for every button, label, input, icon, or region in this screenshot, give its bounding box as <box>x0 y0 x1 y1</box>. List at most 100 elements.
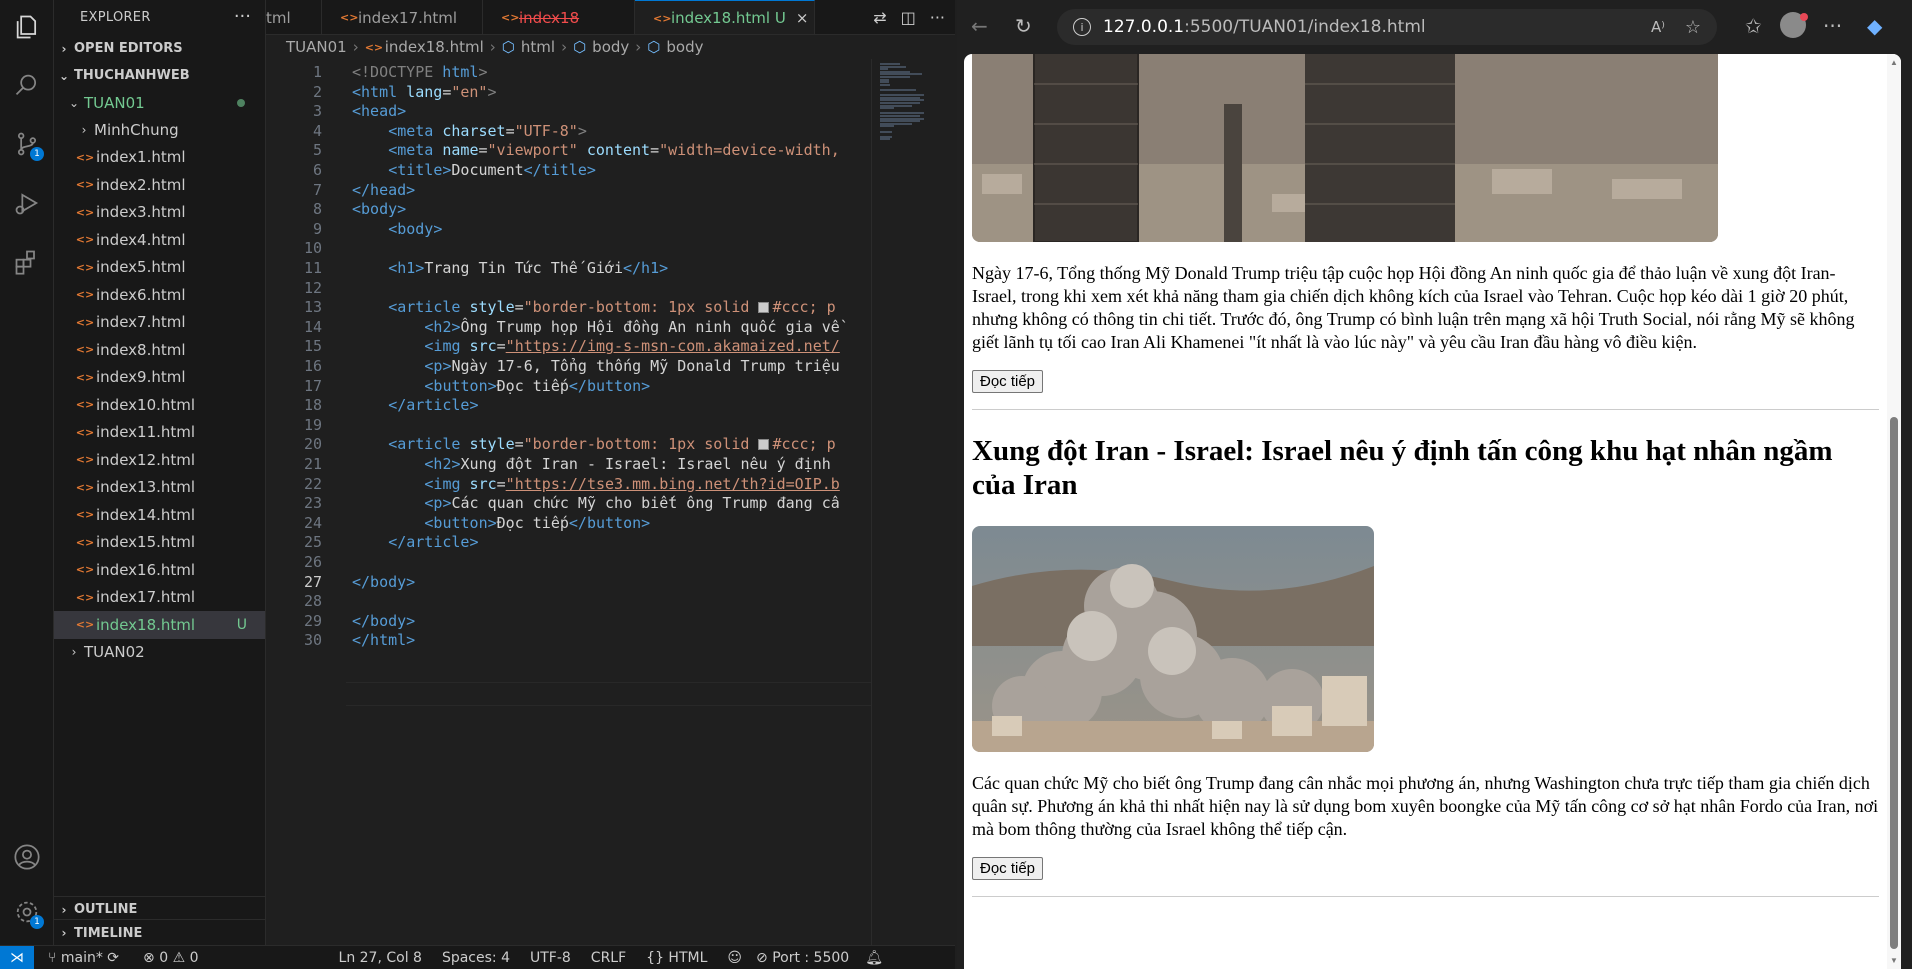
timeline-section[interactable]: › TIMELINE <box>54 919 265 946</box>
browser-window: ← ↻ i 127.0.0.1:5500/TUAN01/index18.html… <box>957 0 1912 969</box>
file-item[interactable]: <> index3.html <box>54 199 265 227</box>
html-file-icon: <> <box>75 618 95 632</box>
file-item[interactable]: <> index7.html <box>54 309 265 337</box>
settings-gear-icon[interactable]: 1 <box>8 893 46 931</box>
read-more-button[interactable]: Đọc tiếp <box>972 370 1044 393</box>
back-arrow-icon[interactable]: ← <box>971 14 988 38</box>
code-line: </html> <box>352 631 415 649</box>
minimap-line <box>880 125 894 128</box>
search-icon[interactable] <box>8 66 46 104</box>
favorites-icon[interactable]: ✩ <box>1745 14 1762 38</box>
folder-tuan01[interactable]: ⌄ TUAN01 <box>54 89 265 116</box>
live-server-status[interactable]: ⊘ Port : 5500 <box>756 950 849 966</box>
scroll-up-arrow-icon[interactable]: ▲ <box>1890 58 1898 67</box>
file-item[interactable]: <> index10.html <box>54 391 265 419</box>
code-line: <p>Các quan chức Mỹ cho biết ông Trump đ… <box>352 494 840 513</box>
scroll-down-arrow-icon[interactable]: ▼ <box>1890 956 1898 965</box>
file-item[interactable]: <> index18.html U <box>54 611 265 639</box>
language-status[interactable]: {} HTML <box>646 950 707 966</box>
remote-icon[interactable]: ⋊ <box>0 945 34 969</box>
breadcrumb-body[interactable]: body <box>592 38 629 56</box>
file-item[interactable]: <> index2.html <box>54 171 265 199</box>
chevron-right-icon: › <box>81 122 87 137</box>
split-editor-icon[interactable]: ◫ <box>901 8 916 27</box>
run-debug-icon[interactable] <box>8 184 46 222</box>
code-token: <!DOCTYPE <box>352 63 434 81</box>
more-menu-icon[interactable]: ··· <box>1823 14 1842 38</box>
code-line: <meta charset="UTF-8"> <box>352 122 587 140</box>
scrollbar-thumb[interactable] <box>1890 417 1898 949</box>
html-file-icon: <> <box>75 315 95 329</box>
file-item[interactable]: <> index9.html <box>54 364 265 392</box>
tab-index18-deleted[interactable]: <> index18 <box>483 0 635 34</box>
problems-status[interactable]: ⊗ 0 ⚠ 0 <box>143 950 198 966</box>
file-item[interactable]: <> index14.html <box>54 501 265 529</box>
file-item[interactable]: <> index16.html <box>54 556 265 584</box>
open-editors-section[interactable]: › OPEN EDITORS <box>54 35 265 62</box>
line-number: 2 <box>312 82 322 101</box>
minimap-line <box>880 89 916 91</box>
color-swatch[interactable] <box>758 302 770 314</box>
vscode-window: 1 1 EXPLORER ··· › OPEN EDITORS ⌄ THUCHANH… <box>0 0 955 969</box>
eol-status[interactable]: CRLF <box>591 950 626 966</box>
compare-changes-icon[interactable]: ⇄ <box>873 8 886 27</box>
tab-index17[interactable]: <> index17.html <box>322 0 483 34</box>
code-token: = <box>478 141 488 160</box>
copilot-icon[interactable]: ☺ <box>727 950 742 966</box>
line-number: 11 <box>303 259 322 277</box>
file-item[interactable]: <> index15.html <box>54 529 265 557</box>
code-token: Các quan chức Mỹ cho biết ông Trump đang… <box>451 494 840 513</box>
file-item[interactable]: <> index5.html <box>54 254 265 282</box>
file-item[interactable]: <> index8.html <box>54 336 265 364</box>
html-file-icon: <> <box>75 150 95 164</box>
indent-status[interactable]: Spaces: 4 <box>442 950 510 966</box>
file-name: index14.html <box>96 505 196 524</box>
folder-tuan02[interactable]: › TUAN02 <box>54 639 265 667</box>
notifications-bell-icon[interactable]: 🔔︎ <box>865 950 883 966</box>
code-token: </h1> <box>623 259 669 277</box>
breadcrumb-file[interactable]: index18.html <box>385 38 484 56</box>
more-actions-icon[interactable]: ··· <box>930 8 945 27</box>
file-item[interactable]: <> index12.html <box>54 446 265 474</box>
cursor-position[interactable]: Ln 27, Col 8 <box>339 950 422 966</box>
refresh-icon[interactable]: ↻ <box>1015 14 1032 38</box>
breadcrumb-html[interactable]: html <box>521 38 555 56</box>
more-actions-icon[interactable]: ··· <box>234 6 251 27</box>
explorer-icon[interactable] <box>8 8 46 46</box>
git-status-untracked: U <box>236 616 247 633</box>
favorite-star-icon[interactable]: ☆ <box>1685 17 1701 38</box>
minimap[interactable] <box>871 59 955 945</box>
address-bar[interactable]: i 127.0.0.1:5500/TUAN01/index18.html A⁾ … <box>1057 9 1717 45</box>
page-scrollbar[interactable]: ▲ ▼ <box>1887 54 1901 969</box>
file-item[interactable]: <> index17.html <box>54 584 265 612</box>
code-token: "border-bottom: 1px solid <box>523 298 759 317</box>
color-swatch[interactable] <box>758 439 770 451</box>
workspace-section[interactable]: ⌄ THUCHANHWEB <box>54 62 265 89</box>
file-item[interactable]: <> index13.html <box>54 474 265 502</box>
close-tab-icon[interactable]: × <box>796 9 809 27</box>
code-line: <p>Ngày 17-6, Tổng thống Mỹ Donald Trump… <box>352 357 839 375</box>
code-token: > <box>487 82 497 101</box>
extensions-icon[interactable] <box>8 243 46 281</box>
file-item[interactable]: <> index6.html <box>54 281 265 309</box>
source-control-icon[interactable]: 1 <box>8 125 46 163</box>
branch-status[interactable]: ⑂ main* ⟳ <box>48 950 119 966</box>
folder-minhchung[interactable]: › MinhChung <box>54 116 265 144</box>
breadcrumb-folder[interactable]: TUAN01 <box>286 38 347 56</box>
file-item[interactable]: <> index4.html <box>54 226 265 254</box>
read-more-button[interactable]: Đọc tiếp <box>972 857 1044 880</box>
tab-partial[interactable]: tml <box>266 0 322 34</box>
tab-index18-active[interactable]: <> index18.html U × <box>635 0 815 34</box>
file-name: index17.html <box>96 588 196 607</box>
account-icon[interactable] <box>8 838 46 876</box>
site-info-icon[interactable]: i <box>1073 18 1091 36</box>
file-item[interactable]: <> index11.html <box>54 419 265 447</box>
copilot-icon[interactable]: ◆ <box>1867 14 1882 38</box>
encoding-status[interactable]: UTF-8 <box>530 950 571 966</box>
web-page: Ngày 17-6, Tổng thống Mỹ Donald Trump tr… <box>972 54 1879 897</box>
file-item[interactable]: <> index1.html <box>54 144 265 172</box>
code-editor[interactable]: 1 2 3 4 5 6 7 8 9 10 11 12 13 14 15 16 17 18 19 20 21 22 23 24 2… <box>266 59 871 945</box>
activity-bar: 1 1 <box>0 0 54 945</box>
read-aloud-icon[interactable]: A⁾ <box>1651 18 1665 36</box>
breadcrumb-body-inner[interactable]: body <box>666 38 703 56</box>
